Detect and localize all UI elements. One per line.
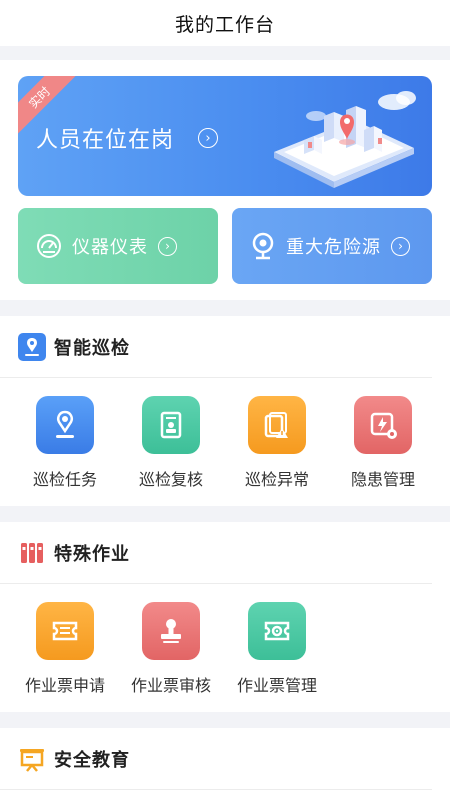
work-ticket-review-item[interactable]: 作业票审核 bbox=[118, 602, 224, 696]
item-label: 巡检复核 bbox=[138, 470, 203, 489]
chevron-right-circle-icon: › bbox=[391, 236, 410, 256]
instrument-meter-label: 仪器仪表 bbox=[72, 237, 148, 258]
presentation-board-icon bbox=[18, 745, 46, 773]
personnel-on-duty-banner[interactable]: 实时 人员在位在岗 › bbox=[18, 76, 432, 196]
item-label: 作业票审核 bbox=[130, 676, 211, 695]
section-title: 安全教育 bbox=[54, 749, 130, 771]
chevron-right-circle-icon: › bbox=[198, 128, 218, 148]
city-phone-illustration-icon bbox=[274, 91, 416, 188]
warning-document-icon bbox=[248, 396, 306, 454]
instrument-meter-card[interactable]: 仪器仪表 › bbox=[18, 208, 218, 284]
item-label: 作业票管理 bbox=[236, 676, 317, 695]
ticket-gear-icon bbox=[248, 602, 306, 660]
section-header[interactable]: 安全教育 bbox=[0, 728, 432, 790]
page-title: 我的工作台 bbox=[174, 13, 275, 36]
gauge-icon bbox=[34, 231, 64, 261]
hazard-management-item[interactable]: 隐患管理 bbox=[330, 396, 436, 490]
work-ticket-manage-item[interactable]: 作业票管理 bbox=[224, 602, 330, 696]
smart-inspection-section: 智能巡检 巡检任务 巡检复核 巡检异常 隐患管理 bbox=[0, 316, 450, 506]
location-pin-icon bbox=[248, 231, 278, 261]
location-pin-icon bbox=[36, 396, 94, 454]
ticket-icon bbox=[36, 602, 94, 660]
item-label: 隐患管理 bbox=[350, 470, 415, 489]
stamp-icon bbox=[142, 602, 200, 660]
realtime-tag: 实时 bbox=[25, 83, 53, 111]
inspection-abnormal-item[interactable]: 巡检异常 bbox=[224, 396, 330, 490]
item-label: 作业票申请 bbox=[24, 676, 105, 695]
banner-title: 人员在位在岗 bbox=[36, 128, 175, 153]
inspection-task-item[interactable]: 巡检任务 bbox=[12, 396, 118, 490]
inspection-review-item[interactable]: 巡检复核 bbox=[118, 396, 224, 490]
map-pin-icon bbox=[18, 332, 46, 361]
inspection-grid: 巡检任务 巡检复核 巡检异常 隐患管理 bbox=[0, 378, 450, 490]
lightning-gear-icon bbox=[354, 396, 412, 454]
chevron-right-circle-icon: › bbox=[158, 236, 177, 256]
operation-grid: 作业票申请 作业票审核 作业票管理 bbox=[0, 584, 450, 696]
major-hazard-label: 重大危险源 bbox=[286, 237, 381, 258]
item-label: 巡检任务 bbox=[32, 470, 97, 489]
safety-education-section: 安全教育 bbox=[0, 728, 450, 800]
special-operation-section: 特殊作业 作业票申请 作业票审核 作业票管理 bbox=[0, 522, 450, 712]
dashboard-top-card: 实时 人员在位在岗 › 仪器仪表 › 重大危险源 › bbox=[0, 60, 450, 300]
section-title: 智能巡检 bbox=[54, 337, 130, 359]
section-header: 智能巡检 bbox=[0, 316, 432, 378]
section-header: 特殊作业 bbox=[0, 522, 432, 584]
badge-card-icon bbox=[142, 396, 200, 454]
tools-icon bbox=[18, 539, 46, 567]
item-label: 巡检异常 bbox=[244, 470, 309, 489]
major-hazard-card[interactable]: 重大危险源 › bbox=[232, 208, 432, 284]
work-ticket-apply-item[interactable]: 作业票申请 bbox=[12, 602, 118, 696]
app-header: 我的工作台 bbox=[0, 0, 450, 46]
section-title: 特殊作业 bbox=[54, 543, 130, 565]
